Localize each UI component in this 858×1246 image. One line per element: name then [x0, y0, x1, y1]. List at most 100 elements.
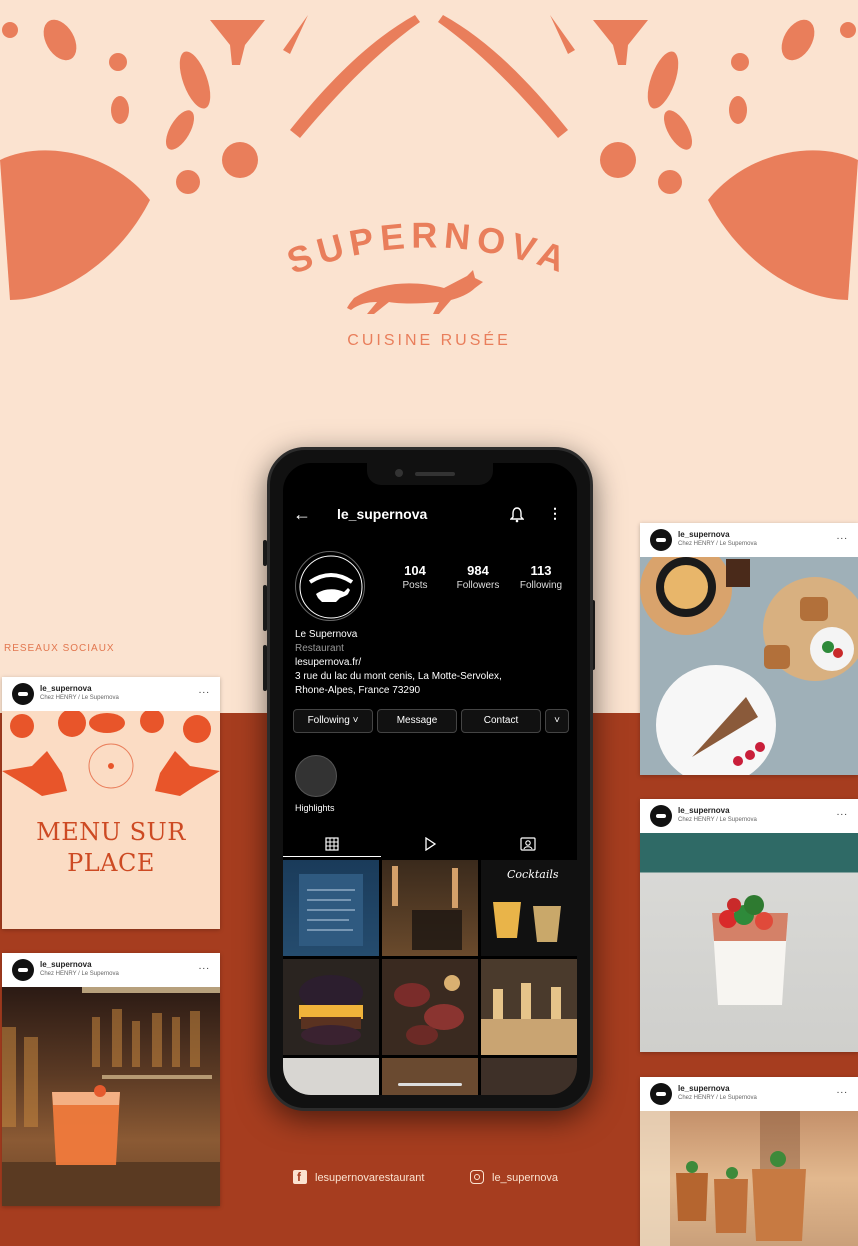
home-indicator: [398, 1083, 462, 1086]
stat-following[interactable]: 113 Following: [509, 563, 573, 591]
yogurt-photo: [712, 895, 788, 1005]
contact-button[interactable]: Contact: [461, 709, 541, 733]
post-username[interactable]: le_supernova: [40, 960, 92, 969]
chevron-down-icon: ˅: [352, 715, 359, 726]
more-options-icon[interactable]: ⋮: [548, 505, 562, 522]
post-username[interactable]: le_supernova: [40, 684, 92, 693]
stat-posts[interactable]: 104 Posts: [383, 563, 447, 591]
poster: SUPERNOVA CUISINE RUSÉE RESEAUX SOCIAUX …: [0, 0, 858, 1246]
grid-post-burger[interactable]: [283, 959, 379, 1055]
dining-room-thumbnail: [481, 983, 577, 1055]
burger-thumbnail: [299, 975, 363, 1045]
desserts-photo: [640, 557, 858, 775]
brand-logo: SUPERNOVA: [0, 210, 858, 320]
following-button[interactable]: Following ˅: [293, 709, 373, 733]
grid-post-partial[interactable]: [382, 1058, 478, 1095]
cocktail-photo: [2, 987, 220, 1206]
post-image: [2, 987, 220, 1206]
post-header: le_supernova Chez HENRY / Le Supernova .…: [640, 1077, 858, 1111]
profile-address[interactable]: Rhone-Alpes, France 73290: [295, 684, 565, 698]
section-label: RESEAUX SOCIAUX: [4, 643, 115, 654]
more-options-icon[interactable]: ...: [199, 685, 210, 696]
facebook-icon: f: [293, 1170, 307, 1184]
more-options-icon[interactable]: ...: [837, 1085, 848, 1096]
grid-post-menu[interactable]: [283, 860, 379, 956]
interior-thumbnail: [392, 866, 462, 950]
instagram-handle-text: le_supernova: [492, 1172, 559, 1184]
post-subtitle: Chez HENRY / Le Supernova: [40, 695, 119, 701]
highlight-circle[interactable]: [295, 755, 337, 797]
avatar[interactable]: [12, 683, 34, 705]
chevron-down-icon: ˅: [554, 715, 560, 726]
grid-icon: [325, 837, 339, 851]
avatar[interactable]: [12, 959, 34, 981]
avatar[interactable]: [650, 529, 672, 551]
grid-post-partial[interactable]: [481, 1058, 577, 1095]
tab-tagged[interactable]: [479, 835, 577, 857]
post-username[interactable]: le_supernova: [678, 1084, 730, 1093]
more-options-icon[interactable]: ...: [837, 531, 848, 542]
post-subtitle: Chez HENRY / Le Supernova: [678, 817, 757, 823]
brand-name: SUPERNOVA: [282, 214, 571, 282]
suggested-users-button[interactable]: ˅: [545, 709, 569, 733]
profile-username: le_supernova: [337, 506, 428, 522]
phone-notch: [367, 463, 493, 485]
post-header: le_supernova Chez HENRY / Le Supernova .…: [2, 953, 220, 987]
bell-icon[interactable]: [510, 507, 524, 523]
svg-text:SUPERNOVA: SUPERNOVA: [282, 214, 577, 282]
post-card-mugs[interactable]: le_supernova Chez HENRY / Le Supernova .…: [640, 1077, 858, 1246]
grid-post-dining-room[interactable]: [481, 959, 577, 1055]
post-header: le_supernova Chez HENRY / Le Supernova .…: [640, 799, 858, 833]
post-username[interactable]: le_supernova: [678, 530, 730, 539]
post-card-desserts[interactable]: le_supernova Chez HENRY / Le Supernova .…: [640, 523, 858, 775]
grid-post-partial[interactable]: [283, 1058, 379, 1095]
post-card-cocktail[interactable]: le_supernova Chez HENRY / Le Supernova .…: [2, 953, 220, 1206]
grid-post-interior[interactable]: [382, 860, 478, 956]
profile-tabs: [283, 835, 577, 857]
profile-bio: Le Supernova Restaurant lesupernova.fr/ …: [295, 628, 565, 698]
grid-post-cocktails[interactable]: Cocktails: [481, 860, 577, 956]
profile-name: Le Supernova: [295, 629, 358, 640]
fox-icon: [347, 270, 483, 314]
post-image: [640, 833, 858, 1052]
message-button[interactable]: Message: [377, 709, 457, 733]
post-image: [640, 557, 858, 775]
post-grid: Cocktails: [283, 860, 577, 1095]
steak-thumbnail: [394, 975, 464, 1045]
tab-reels[interactable]: [381, 835, 479, 857]
post-subtitle: Chez HENRY / Le Supernova: [40, 971, 119, 977]
cocktails-overlay-text: Cocktails: [507, 868, 559, 881]
profile-category: Restaurant: [295, 643, 344, 654]
mugs-photo: [640, 1111, 806, 1246]
post-card-menu[interactable]: le_supernova Chez HENRY / Le Supernova .…: [2, 677, 220, 929]
back-arrow-icon[interactable]: ←: [293, 504, 311, 524]
profile-avatar[interactable]: [295, 551, 365, 621]
facebook-handle-text: lesupernovarestaurant: [315, 1172, 425, 1184]
post-header: le_supernova Chez HENRY / Le Supernova .…: [640, 523, 858, 557]
following-button-label: Following: [307, 715, 350, 726]
post-card-yogurt[interactable]: le_supernova Chez HENRY / Le Supernova .…: [640, 799, 858, 1052]
menu-line-2: PLACE: [67, 849, 155, 877]
supernova-logo-icon: [299, 555, 363, 619]
supernova-wordmark: SUPERNOVA: [282, 214, 577, 314]
profile-actions: Following ˅ Message Contact ˅: [293, 709, 573, 733]
post-image: MENU SUR PLACE: [2, 711, 220, 929]
more-options-icon[interactable]: ...: [199, 961, 210, 972]
instagram-icon: [470, 1170, 484, 1184]
stat-followers[interactable]: 984 Followers: [446, 563, 510, 591]
post-header: le_supernova Chez HENRY / Le Supernova .…: [2, 677, 220, 711]
avatar[interactable]: [650, 805, 672, 827]
tab-grid[interactable]: [283, 835, 381, 857]
more-options-icon[interactable]: ...: [837, 807, 848, 818]
tagged-icon: [520, 837, 536, 851]
post-subtitle: Chez HENRY / Le Supernova: [678, 1095, 757, 1101]
grid-post-steak[interactable]: [382, 959, 478, 1055]
post-username[interactable]: le_supernova: [678, 806, 730, 815]
profile-address[interactable]: 3 rue du lac du mont cenis, La Motte-Ser…: [295, 670, 565, 684]
avatar[interactable]: [650, 1083, 672, 1105]
profile-topbar: ← le_supernova ⋮: [283, 503, 577, 527]
menu-headline: MENU SUR PLACE: [2, 817, 220, 879]
menu-line-1: MENU SUR: [36, 818, 186, 846]
post-subtitle: Chez HENRY / Le Supernova: [678, 541, 757, 547]
profile-website[interactable]: lesupernova.fr/: [295, 656, 565, 670]
